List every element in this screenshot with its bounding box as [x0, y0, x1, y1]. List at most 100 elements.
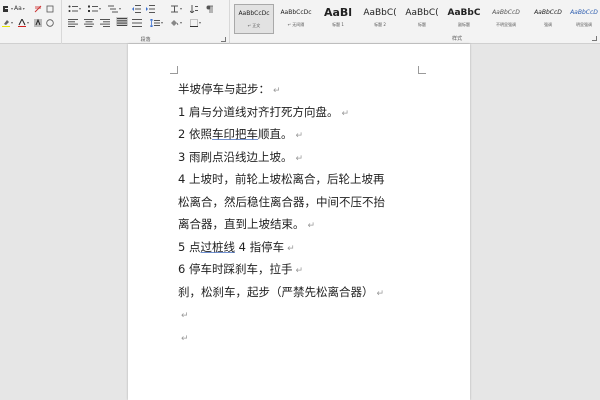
style-name: 明显强调 [576, 22, 592, 27]
borders-button[interactable]: ▾ [190, 18, 201, 27]
margin-corner-mark [418, 66, 426, 74]
style-subtitle[interactable]: AaBbC 副标题 [444, 4, 484, 34]
document-paragraph[interactable]: 刹，松刹车，起步（严禁先松离合器） ↵ [178, 281, 428, 304]
document-paragraph[interactable]: 半坡停车与起步： ↵ [178, 78, 428, 101]
paragraph-text: 3 雨刷点沿线边上坡。 [178, 149, 293, 164]
paragraph-mark-icon: ↵ [295, 153, 304, 164]
char-shading-icon[interactable] [34, 18, 42, 27]
document-paragraph[interactable]: 松离合，然后稳住离合器，中间不压不抬 [178, 191, 428, 214]
numbering-button[interactable]: ▾ [88, 4, 101, 13]
paragraph-text: 顺直。 [257, 127, 293, 141]
line-spacing-button[interactable]: ▾ [150, 18, 163, 27]
style-sample: AaBbCcD [534, 9, 562, 16]
font-group: ▾ Aa ▾ ▾ ▾ [0, 0, 62, 44]
bullets-button[interactable]: ▾ [68, 4, 81, 13]
paragraph-mark-icon: ↵ [273, 86, 281, 96]
paragraph-mark-icon: ↵ [181, 311, 189, 321]
highlight-color-button[interactable]: ▾ [2, 18, 13, 27]
style-name: 标题 1 [332, 22, 344, 27]
document-paragraph[interactable]: 2 依照车印把车顺直。 ↵ [178, 123, 428, 146]
style-subtle-emphasis[interactable]: AaBbCcD 不明显强调 [486, 4, 526, 34]
document-paragraph[interactable]: 5 点过桩线 4 指停车 ↵ [178, 236, 428, 259]
align-right-icon[interactable] [100, 18, 110, 27]
paragraph-mark-icon: ↵ [376, 288, 385, 299]
style-normal[interactable]: AaBbCcDc ↵ 正文 [234, 4, 274, 34]
paragraph-text: 4 上坡时，前轮上坡松离合，后轮上坡再 [178, 172, 385, 186]
style-intense-emphasis[interactable]: AaBbCcD 明显强调 [568, 4, 600, 34]
styles-gallery: AaBbCcDc ↵ 正文 AaBbCcDc ↵ 无间隔 AaBl 标题 1 A… [232, 2, 600, 38]
style-sample: AaBbCcDc [280, 9, 312, 16]
document-paragraph[interactable]: ↵ [178, 303, 428, 326]
paragraph-mark-icon: ↵ [287, 243, 295, 254]
distributed-icon[interactable] [132, 18, 142, 27]
style-name: 标题 [418, 22, 426, 27]
paragraph-text: 2 依照 [178, 127, 212, 141]
style-sample: AaBl [323, 6, 353, 19]
document-body[interactable]: 半坡停车与起步： ↵ 1 肩与分道线对齐打死方向盘。 ↵ 2 依照车印把车顺直。 ↵ 3 雨… [178, 78, 428, 348]
chinese-layout-button[interactable]: ▾ [170, 4, 182, 13]
style-name: 标题 2 [374, 22, 386, 27]
style-name: ↵ 无间隔 [287, 22, 305, 27]
paragraph-text: 刹，松刹车，起步（严禁先松离合器） [178, 284, 374, 299]
paragraph-text: 松离合，然后稳住离合器，中间不压不抬 [178, 194, 385, 209]
styles-dialog-launcher-icon[interactable] [592, 36, 597, 41]
align-left-icon[interactable] [68, 18, 78, 27]
document-paragraph[interactable]: 1 肩与分道线对齐打死方向盘。 ↵ [178, 101, 428, 124]
font-color-button[interactable]: ▾ [18, 18, 29, 27]
style-sample: AaBbCcDc [238, 10, 270, 17]
paragraph-mark-icon: ↵ [341, 108, 350, 119]
style-title[interactable]: AaBbC( 标题 [402, 4, 442, 34]
multilevel-list-button[interactable]: ▾ [108, 4, 121, 13]
style-sample: AaBbC [447, 8, 481, 18]
style-heading-2[interactable]: AaBbC( 标题 2 [360, 4, 400, 34]
paragraph-text: 5 点 [178, 239, 201, 254]
paragraph-text: 6 停车时踩刹车，拉手 [178, 262, 293, 276]
ribbon: ▾ Aa ▾ ▾ ▾ ▾ ▾ ▾ ▾ ▾ ▾ ▾ 段落 AaBbCcDc ↵ 正… [0, 0, 600, 44]
change-case-label: Aa [14, 5, 22, 12]
show-marks-icon[interactable] [206, 4, 213, 13]
increase-indent-icon[interactable] [146, 4, 155, 13]
paragraph-mark-icon: ↵ [295, 266, 304, 276]
paragraph-mark-icon: ↵ [307, 221, 316, 231]
paragraph-text: 半坡停车与起步： [178, 82, 270, 96]
justify-icon[interactable] [116, 17, 128, 26]
paragraph-group: ▾ ▾ ▾ ▾ ▾ ▾ ▾ 段落 [62, 0, 230, 44]
paragraph-mark-icon: ↵ [181, 333, 189, 344]
style-heading-1[interactable]: AaBl 标题 1 [318, 4, 358, 34]
shading-button[interactable]: ▾ [170, 18, 182, 27]
clear-format-icon[interactable] [34, 4, 42, 13]
decrease-indent-icon[interactable] [132, 4, 141, 13]
style-sample: AaBbCcD [492, 9, 520, 16]
paragraph-mark-icon: ↵ [295, 131, 304, 141]
document-paragraph[interactable]: 6 停车时踩刹车，拉手 ↵ [178, 258, 428, 281]
document-paragraph[interactable]: 3 雨刷点沿线边上坡。 ↵ [178, 146, 428, 169]
align-center-icon[interactable] [84, 18, 94, 27]
style-name: 不明显强调 [496, 22, 516, 27]
enclose-char-icon[interactable] [46, 18, 54, 27]
style-name: 强调 [544, 22, 552, 27]
document-paragraph[interactable]: ↵ [178, 326, 428, 349]
document-page[interactable]: 半坡停车与起步： ↵ 1 肩与分道线对齐打死方向盘。 ↵ 2 依照车印把车顺直。 ↵ 3 雨… [128, 44, 470, 400]
style-name: ↵ 正文 [247, 23, 261, 28]
document-paragraph[interactable]: 离合器，直到上坡结束。 ↵ [178, 213, 428, 236]
margin-corner-mark [170, 66, 178, 74]
styles-group-label: 样式 [452, 36, 463, 42]
paragraph-text: 离合器，直到上坡结束。 [178, 217, 305, 231]
paragraph-text: 1 肩与分道线对齐打死方向盘。 [178, 104, 339, 119]
style-name: 副标题 [458, 22, 470, 27]
phonetic-icon[interactable] [46, 4, 54, 13]
change-case-button[interactable]: Aa ▾ [14, 4, 25, 13]
underlined-text: 过桩线 [200, 239, 235, 254]
style-sample: AaBbCcD [570, 9, 598, 16]
bold-button[interactable]: ▾ [2, 4, 13, 13]
paragraph-text: 4 指停车 [234, 239, 285, 254]
document-paragraph[interactable]: 4 上坡时，前轮上坡松离合，后轮上坡再 [178, 168, 428, 191]
style-sample: AaBbC( [405, 8, 439, 18]
paragraph-group-label: 段落 [140, 37, 151, 43]
style-no-spacing[interactable]: AaBbCcDc ↵ 无间隔 [276, 4, 316, 34]
sort-icon[interactable] [190, 4, 199, 13]
paragraph-dialog-launcher-icon[interactable] [221, 37, 226, 42]
style-sample: AaBbC( [363, 8, 397, 18]
style-emphasis[interactable]: AaBbCcD 强调 [528, 4, 568, 34]
underlined-text: 车印把车 [211, 127, 258, 141]
